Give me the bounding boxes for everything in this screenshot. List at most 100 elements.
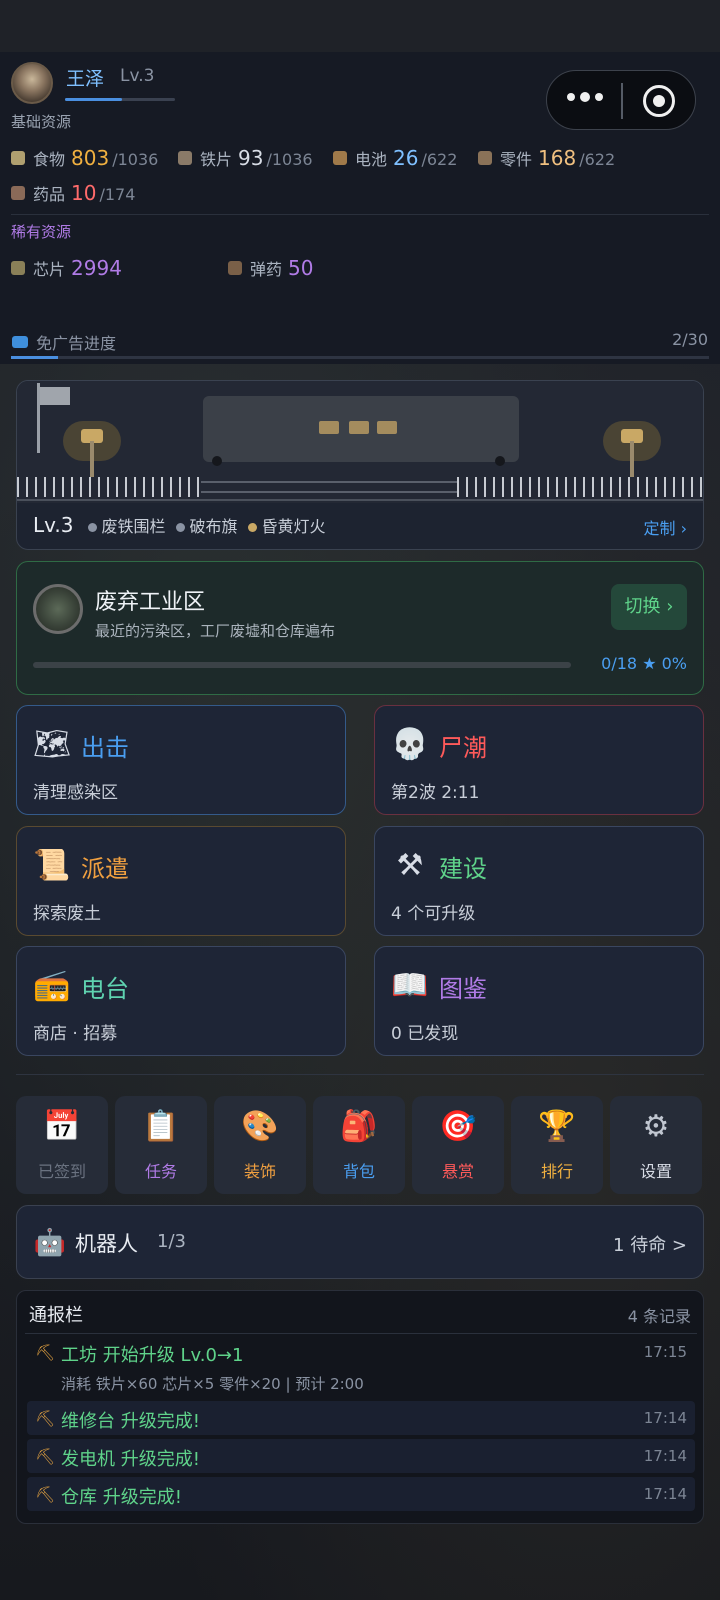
scrap-fence bbox=[457, 477, 703, 497]
map-icon: 🗺 bbox=[33, 727, 72, 762]
resource-value: 93 bbox=[238, 146, 264, 170]
tile-scroll[interactable]: 📜 派遣 探索废土 bbox=[16, 826, 346, 936]
tile-subtitle: 4 个可升级 bbox=[391, 904, 476, 924]
resource-name: 弹药 bbox=[250, 260, 283, 279]
resource-name: 零件 bbox=[500, 150, 533, 169]
log-time: 17:14 bbox=[643, 1485, 687, 1503]
robot-icon: 🤖 bbox=[33, 1228, 67, 1258]
tile-title: 出击 bbox=[81, 734, 129, 762]
ground-line bbox=[17, 499, 703, 501]
target-icon: 🎯 bbox=[439, 1109, 477, 1144]
quick-label: 装饰 bbox=[243, 1162, 276, 1181]
rare-resources-label: 稀有资源 bbox=[11, 223, 72, 241]
quick-label: 背包 bbox=[342, 1162, 375, 1181]
log-entry: ⛏ 仓库 升级完成! 17:14 bbox=[27, 1477, 695, 1511]
more-icon[interactable] bbox=[567, 92, 603, 102]
fence-rail bbox=[201, 491, 457, 493]
skull-icon: 💀 bbox=[391, 727, 429, 762]
tile-title: 尸潮 bbox=[439, 734, 487, 762]
log-text: 仓库 升级完成! bbox=[61, 1487, 182, 1508]
tile-skull[interactable]: 💀 尸潮 第2波 2:11 bbox=[374, 705, 704, 815]
quick-calendar[interactable]: 📅 已签到 bbox=[16, 1096, 108, 1194]
food-icon bbox=[11, 151, 25, 165]
book-icon: 📖 bbox=[391, 968, 429, 1003]
base-level: Lv.3 bbox=[33, 513, 74, 537]
resource-value: 168 bbox=[538, 146, 577, 170]
clipboard-icon: 📋 bbox=[142, 1109, 180, 1144]
hammer-icon: ⛏ bbox=[35, 1485, 56, 1504]
ad-free-progress-label: 免广告进度 bbox=[12, 330, 116, 354]
fence-rail bbox=[201, 481, 457, 483]
quick-target[interactable]: 🎯 悬赏 bbox=[412, 1096, 504, 1194]
tile-map[interactable]: 🗺 出击清理感染区 bbox=[16, 705, 346, 815]
customize-button[interactable]: 定制 › bbox=[644, 515, 688, 539]
gear-icon: ⚙ bbox=[642, 1109, 670, 1144]
resource-value: 803 bbox=[71, 146, 110, 170]
tile-book[interactable]: 📖 图鉴 0 已发现 bbox=[374, 946, 704, 1056]
lamp-icon bbox=[603, 421, 661, 477]
iron-icon bbox=[178, 151, 192, 165]
decoration-tag: 昏黄灯火 bbox=[247, 513, 326, 537]
quick-backpack[interactable]: 🎒 背包 bbox=[313, 1096, 405, 1194]
base-info: Lv.3 废铁围栏 破布旗 昏黄灯火 bbox=[33, 513, 326, 537]
train-car bbox=[203, 396, 519, 462]
notice-board-count: 4 条记录 bbox=[627, 1307, 691, 1326]
resource-value: 2994 bbox=[71, 256, 122, 280]
tile-subtitle: 0 已发现 bbox=[391, 1024, 459, 1044]
zone-title: 废弃工业区 bbox=[95, 590, 206, 615]
miniprogram-capsule bbox=[546, 70, 696, 130]
hammer-icon: ⛏ bbox=[35, 1447, 56, 1466]
zone-progress-bar bbox=[33, 662, 571, 668]
tv-icon bbox=[12, 336, 28, 348]
tile-subtitle: 探索废土 bbox=[33, 904, 101, 924]
notice-board: 通报栏 4 条记录 ⛏ 工坊 开始升级 Lv.0→1 17:15 消耗 铁片×60 芯… bbox=[16, 1290, 704, 1524]
zone-emblem-icon bbox=[33, 584, 83, 634]
notice-board-divider bbox=[25, 1333, 697, 1334]
close-miniprogram-icon[interactable] bbox=[643, 85, 675, 117]
resource-medicine: 药品 10/174 bbox=[11, 181, 135, 205]
robot-status[interactable]: 1 待命 > bbox=[613, 1231, 687, 1257]
base-panel[interactable]: Lv.3 废铁围栏 破布旗 昏黄灯火 定制 › bbox=[16, 380, 704, 550]
avatar[interactable] bbox=[11, 62, 53, 104]
robot-bar[interactable]: 🤖 机器人 1/3 1 待命 > bbox=[16, 1205, 704, 1279]
resource-max: /622 bbox=[579, 150, 616, 169]
resource-value: 10 bbox=[71, 181, 97, 205]
robot-count: 1/3 bbox=[157, 1231, 186, 1252]
resource-name: 食物 bbox=[33, 150, 66, 169]
resource-battery: 电池 26/622 bbox=[333, 146, 457, 170]
tools-icon: ⚒ bbox=[396, 848, 424, 883]
quick-label: 设置 bbox=[639, 1162, 672, 1181]
radio-icon: 📻 bbox=[33, 968, 71, 1003]
quick-gear[interactable]: ⚙ 设置 bbox=[610, 1096, 702, 1194]
log-detail: 消耗 铁片×60 芯片×5 零件×20 | 预计 2:00 bbox=[61, 1375, 364, 1393]
battery-icon bbox=[333, 151, 347, 165]
capsule-divider bbox=[621, 83, 623, 119]
zone-progress-text: 0/18 ★ 0% bbox=[601, 654, 687, 673]
basic-resources-label: 基础资源 bbox=[11, 113, 72, 131]
quick-palette[interactable]: 🎨 装饰 bbox=[214, 1096, 306, 1194]
tile-radio[interactable]: 📻 电台 商店 · 招募 bbox=[16, 946, 346, 1056]
quick-trophy[interactable]: 🏆 排行 bbox=[511, 1096, 603, 1194]
zone-description: 最近的污染区，工厂废墟和仓库遍布 bbox=[95, 622, 336, 640]
xp-bar-fill bbox=[65, 98, 123, 101]
train-wheel bbox=[212, 456, 222, 466]
tile-tools[interactable]: ⚒ 建设 4 个可升级 bbox=[374, 826, 704, 936]
switch-zone-button[interactable]: 切换 › bbox=[611, 584, 687, 630]
lamp-icon bbox=[63, 421, 121, 477]
tile-subtitle: 清理感染区 bbox=[33, 783, 118, 803]
ad-free-progress-bar bbox=[11, 356, 709, 359]
robot-title: 机器人 bbox=[75, 1232, 138, 1256]
zone-panel[interactable]: 废弃工业区 最近的污染区，工厂废墟和仓库遍布 切换 › 0/18 ★ 0% bbox=[16, 561, 704, 695]
ad-free-progress-fill bbox=[11, 356, 58, 359]
quick-clipboard[interactable]: 📋 任务 bbox=[115, 1096, 207, 1194]
resource-ammo: 弹药 50 bbox=[228, 256, 313, 280]
log-text: 发电机 升级完成! bbox=[61, 1449, 200, 1470]
tile-title: 派遣 bbox=[81, 855, 129, 883]
resource-divider bbox=[11, 214, 709, 215]
tile-title: 建设 bbox=[439, 855, 487, 883]
resource-max: /622 bbox=[421, 150, 458, 169]
resource-chip: 芯片 2994 bbox=[11, 256, 122, 280]
notice-board-title: 通报栏 bbox=[29, 1305, 83, 1326]
ad-free-progress-count: 2/30 bbox=[672, 330, 708, 349]
resource-value: 50 bbox=[288, 256, 314, 280]
